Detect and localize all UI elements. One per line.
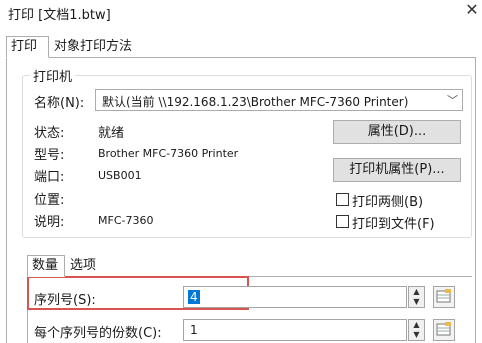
serial-input[interactable]: 4 xyxy=(183,286,407,308)
chevron-down-icon[interactable]: ﹀ xyxy=(447,92,458,108)
tab-print[interactable]: 打印 xyxy=(6,36,49,58)
printer-name-label: 名称(N): xyxy=(34,96,85,111)
status-value: 就绪 xyxy=(98,126,125,141)
printer-properties-button[interactable]: 打印机属性(P)... xyxy=(333,158,461,182)
spin-down-icon[interactable]: ▼ xyxy=(409,297,424,307)
comment-value: MFC-7360 xyxy=(98,214,154,227)
serial-stepper[interactable]: ▲ ▼ xyxy=(408,286,425,308)
location-label: 位置: xyxy=(34,193,65,208)
table-edit-icon xyxy=(436,289,451,303)
spin-up-icon[interactable]: ▲ xyxy=(409,320,424,330)
duplex-checkbox[interactable] xyxy=(336,193,349,206)
port-label: 端口: xyxy=(34,170,65,185)
status-label: 状态: xyxy=(34,126,65,141)
spin-up-icon[interactable]: ▲ xyxy=(409,287,424,297)
copies-label: 每个序列号的份数(C): xyxy=(34,326,162,341)
duplex-label[interactable]: 打印两侧(B) xyxy=(352,191,423,210)
spin-down-icon[interactable]: ▼ xyxy=(409,330,424,340)
print-to-file-label[interactable]: 打印到文件(F) xyxy=(352,213,435,232)
port-value: USB001 xyxy=(98,169,142,182)
printer-name-value: 默认(当前 \\192.168.1.23\Brother MFC-7360 Pr… xyxy=(102,95,409,109)
properties-button[interactable]: 属性(D)... xyxy=(333,120,461,144)
tab-options[interactable]: 选项 xyxy=(65,255,105,277)
table-edit-icon xyxy=(436,322,451,336)
serial-settings-button[interactable] xyxy=(433,286,455,308)
copies-settings-button[interactable] xyxy=(433,319,455,341)
copies-stepper[interactable]: ▲ ▼ xyxy=(408,319,425,341)
printer-name-dropdown[interactable]: 默认(当前 \\192.168.1.23\Brother MFC-7360 Pr… xyxy=(95,89,463,111)
tab-object-print-method[interactable]: 对象打印方法 xyxy=(49,36,147,58)
close-icon[interactable]: ✕ xyxy=(464,1,480,19)
serial-label: 序列号(S): xyxy=(34,293,96,308)
comment-label: 说明: xyxy=(34,215,65,230)
serial-value: 4 xyxy=(188,290,200,304)
copies-input[interactable]: 1 xyxy=(183,319,407,341)
print-to-file-checkbox[interactable] xyxy=(336,215,349,228)
printer-group-title: 打印机 xyxy=(30,66,76,85)
model-label: 型号: xyxy=(34,148,65,163)
copies-value: 1 xyxy=(190,323,198,337)
tab-quantity[interactable]: 数量 xyxy=(27,255,65,277)
model-value: Brother MFC-7360 Printer xyxy=(98,147,239,160)
window-title: 打印 [文档1.btw] xyxy=(8,8,111,23)
